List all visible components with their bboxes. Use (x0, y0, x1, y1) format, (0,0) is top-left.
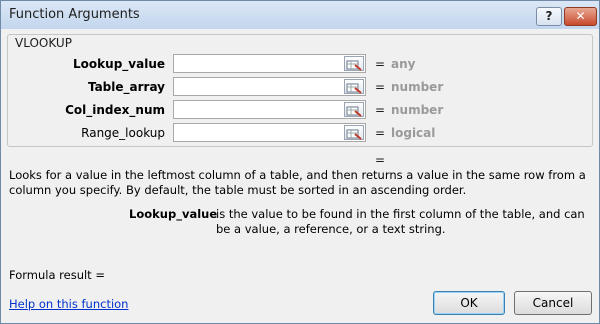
table-array-type: number (391, 80, 444, 94)
table-array-field[interactable] (173, 77, 366, 98)
table-array-label: Table_array (87, 80, 165, 94)
lookup-value-field[interactable] (173, 54, 366, 75)
collapse-dialog-icon[interactable] (344, 56, 364, 71)
title-bar[interactable]: Function Arguments ? ✕ (1, 1, 599, 29)
current-argument-description: is the value to be found in the first co… (216, 207, 585, 236)
col-index-num-field[interactable] (173, 100, 366, 121)
lookup-value-label: Lookup_value (73, 57, 165, 71)
col-index-num-type: number (391, 103, 444, 117)
collapse-dialog-icon[interactable] (344, 79, 364, 94)
current-argument-name: Lookup_value (129, 207, 218, 221)
range-lookup-field[interactable] (173, 123, 366, 144)
table-array-input[interactable] (174, 80, 344, 98)
col-index-num-label: Col_index_num (65, 103, 165, 117)
lookup-value-input[interactable] (174, 57, 344, 75)
col-index-num-input[interactable] (174, 103, 344, 121)
function-arguments-dialog: Function Arguments ? ✕ VLOOKUP Lookup_va… (0, 0, 600, 324)
cancel-button[interactable]: Cancel (514, 291, 592, 315)
help-button[interactable]: ? (536, 7, 562, 26)
range-lookup-type: logical (391, 126, 436, 140)
function-description: Looks for a value in the leftmost column… (9, 168, 586, 197)
help-on-function-link[interactable]: Help on this function (9, 297, 128, 311)
lookup-value-type: any (391, 57, 416, 71)
range-lookup-equals: = (375, 126, 386, 140)
range-lookup-label: Range_lookup (81, 126, 165, 140)
collapse-dialog-icon[interactable] (344, 125, 364, 140)
col-index-num-equals: = (375, 103, 386, 117)
window-title: Function Arguments (9, 7, 140, 22)
function-name: VLOOKUP (15, 36, 72, 50)
lookup-value-equals: = (375, 57, 386, 71)
function-result-equals: = (375, 153, 386, 167)
close-button[interactable]: ✕ (564, 7, 597, 26)
formula-result: Formula result = (9, 268, 105, 282)
range-lookup-input[interactable] (174, 126, 344, 144)
table-array-equals: = (375, 80, 386, 94)
ok-button[interactable]: OK (433, 291, 505, 315)
collapse-dialog-icon[interactable] (344, 102, 364, 117)
